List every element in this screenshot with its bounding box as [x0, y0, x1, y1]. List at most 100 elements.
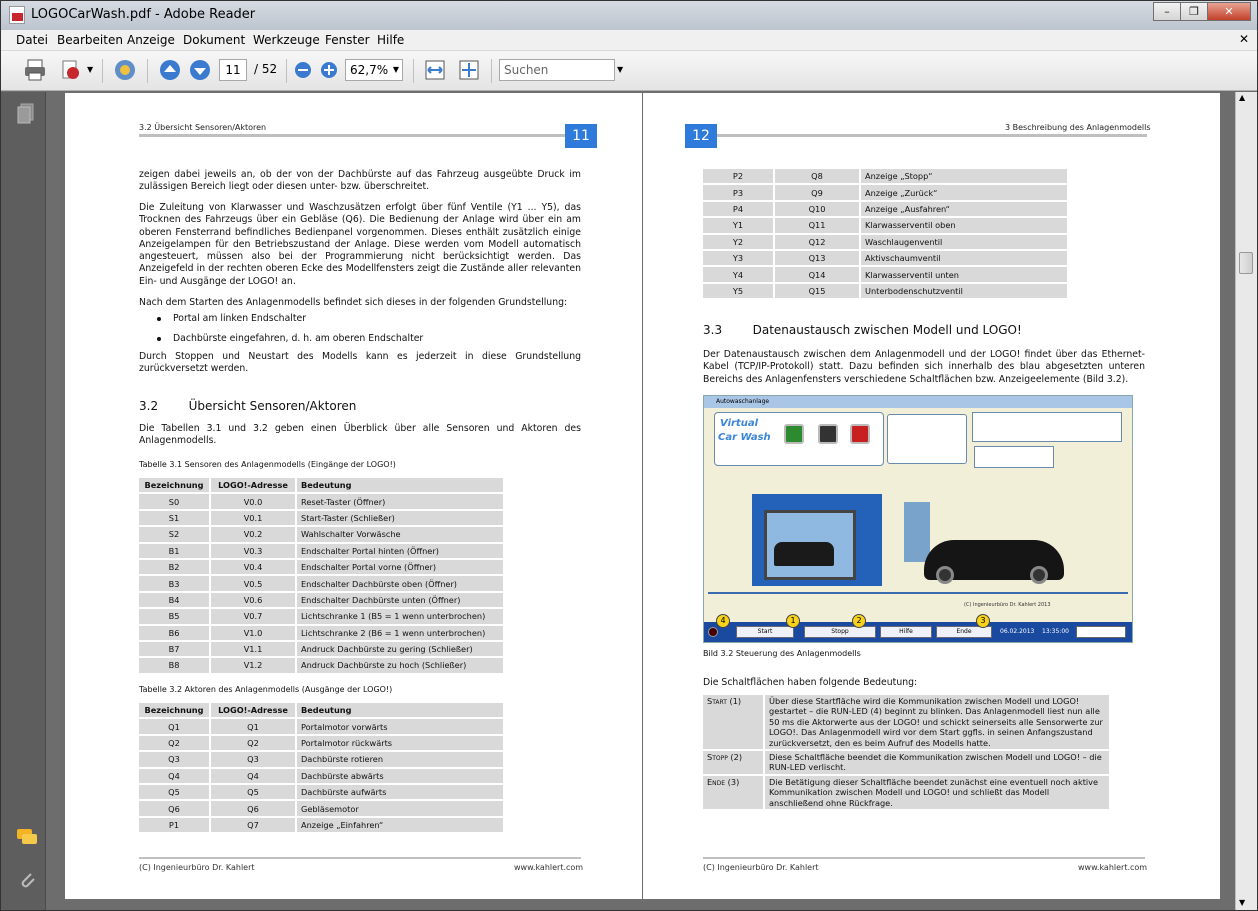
table-cell: Y5 — [701, 281, 775, 301]
attachments-icon[interactable] — [15, 868, 37, 890]
figure-window-title: Autowaschanlage — [704, 396, 1132, 408]
table-cell: P2 — [701, 166, 775, 186]
callout-4: 4 — [716, 614, 730, 628]
pages-icon[interactable] — [15, 102, 37, 126]
table-cell: Anzeige „Stopp“ — [859, 166, 1069, 186]
table-row: Ende (3) Die Betätigung dieser Schaltfläc… — [701, 773, 1111, 812]
table-header-cell: Bezeichnung — [137, 475, 211, 495]
table-row: P3 Q9 Anzeige „Zurück“ — [701, 183, 1069, 202]
table-cell: Q14 — [773, 265, 861, 284]
table-cell: Q4 — [209, 766, 297, 785]
table-cell: B6 — [137, 623, 211, 642]
pdf-file-icon — [9, 6, 25, 24]
fit-width-icon[interactable] — [423, 58, 447, 82]
close-button[interactable]: ✕ — [1207, 2, 1251, 21]
model-screenshot-figure: Autowaschanlage Virtual Car Wash (C) Ing… — [703, 395, 1133, 643]
table-cell: Wahlschalter Vorwäsche — [295, 525, 505, 544]
menu-anzeige[interactable]: Anzeige — [127, 33, 175, 47]
table-cell: Andruck Dachbürste zu gering (Schließer) — [295, 639, 505, 659]
comments-icon[interactable] — [15, 827, 39, 847]
fit-page-icon[interactable] — [457, 58, 481, 82]
table-cell: Q12 — [773, 232, 861, 251]
table-row: Y3 Q13 Aktivschaumventil — [701, 248, 1069, 268]
next-page-icon[interactable] — [188, 58, 212, 82]
table-cell: V0.6 — [209, 590, 297, 610]
table-cell: Endschalter Dachbürste oben (Öffner) — [295, 574, 505, 593]
figure-stopp-button: Stopp — [804, 626, 876, 638]
scroll-thumb[interactable] — [1239, 252, 1253, 274]
vertical-scrollbar[interactable]: ▲ ▼ — [1235, 92, 1257, 910]
table-row: B4 V0.6 Endschalter Dachbürste unten (Öffn… — [137, 590, 505, 610]
table-cell: Dachbürste aufwärts — [295, 782, 505, 802]
table-row: B2 V0.4 Endschalter Portal vorne (Öffner) — [137, 557, 505, 577]
print-icon[interactable] — [23, 58, 47, 82]
table-cell: Klarwasserventil oben — [859, 216, 1069, 235]
table-cell: Q4 — [137, 766, 211, 785]
restore-button[interactable]: ❐ — [1180, 2, 1208, 21]
table-row: Q5 Q5 Dachbürste aufwärts — [137, 782, 505, 802]
table-cell: B4 — [137, 590, 211, 610]
scroll-down-icon[interactable]: ▼ — [1239, 898, 1245, 907]
table-cell: P1 — [137, 815, 211, 835]
chevron-down-icon[interactable]: ▼ — [87, 65, 93, 89]
zoom-in-icon[interactable] — [319, 58, 339, 82]
close-document-icon[interactable]: ✕ — [1239, 32, 1249, 46]
table-header-cell: LOGO!-Adresse — [209, 700, 297, 720]
zoom-select[interactable]: 62,7% ▼ — [345, 59, 403, 81]
table-cell: Anzeige „Ausfahren“ — [859, 199, 1069, 219]
table-cell: Q9 — [773, 183, 861, 202]
page-11: 3.2 Übersicht Sensoren/Aktoren 11 zeigen… — [65, 93, 642, 899]
table-row: Y4 Q14 Klarwasserventil unten — [701, 265, 1069, 284]
create-pdf-icon[interactable] — [59, 58, 83, 82]
menu-hilfe[interactable]: Hilfe — [377, 33, 404, 47]
table-cell: Q7 — [209, 815, 297, 835]
chevron-down-icon[interactable]: ▼ — [617, 65, 623, 74]
window-title: LOGOCarWash.pdf - Adobe Reader — [31, 7, 256, 22]
reader-window: LOGOCarWash.pdf - Adobe Reader – ❐ ✕ Dat… — [0, 0, 1258, 911]
table-cell: Start (1) — [701, 692, 765, 752]
footer-right: www.kahlert.com — [514, 863, 584, 872]
menu-bar: Datei Bearbeiten Anzeige Dokument Werkze… — [1, 30, 1257, 51]
table-header-cell: Bedeutung — [295, 475, 505, 495]
table-cell: Gebläsemotor — [295, 799, 505, 818]
menu-dokument[interactable]: Dokument — [183, 33, 245, 47]
page-number-input[interactable]: 11 — [219, 59, 247, 81]
menu-fenster[interactable]: Fenster — [325, 33, 370, 47]
table-header-cell: LOGO!-Adresse — [209, 475, 297, 495]
figure-time: 13:35:00 — [1042, 628, 1069, 635]
actuator-table-continued: P2 Q8 Anzeige „Stopp“ P3 Q9 Anzeige „Zurück“ P… — [701, 166, 1069, 301]
table-cell: Y3 — [701, 248, 775, 268]
paragraph: Der Datenaustausch zwischen dem Anlagenm… — [703, 349, 1145, 385]
table-cell: Endschalter Portal hinten (Öffner) — [295, 541, 505, 560]
navigation-pane — [1, 92, 46, 910]
menu-bearbeiten[interactable]: Bearbeiten — [57, 33, 123, 47]
table-cell: Lichtschranke 1 (B5 = 1 wenn unterbroche… — [295, 607, 505, 626]
page-12: 12 3 Beschreibung des Anlagenmodells P2 Q… — [643, 93, 1220, 899]
search-input[interactable]: Suchen — [499, 59, 615, 81]
table-cell: P3 — [701, 183, 775, 202]
table-cell: Q6 — [137, 799, 211, 818]
menu-datei[interactable]: Datei — [16, 33, 48, 47]
sensor-table: Bezeichnung LOGO!-Adresse Bedeutung S0 V0.0 R… — [137, 475, 505, 675]
footer-left: (C) Ingenieurbüro Dr. Kahlert — [703, 863, 819, 872]
minimize-button[interactable]: – — [1153, 2, 1181, 21]
scroll-up-icon[interactable]: ▲ — [1239, 93, 1245, 102]
table-cell: V1.2 — [209, 656, 297, 675]
figure-start-button: Start — [736, 626, 794, 638]
previous-page-icon[interactable] — [158, 58, 182, 82]
menu-werkzeuge[interactable]: Werkzeuge — [253, 33, 320, 47]
table-row: B3 V0.5 Endschalter Dachbürste oben (Öffne… — [137, 574, 505, 593]
table-cell: Q5 — [137, 782, 211, 802]
table-cell: V0.3 — [209, 541, 297, 560]
figure-hilfe-button: Hilfe — [880, 626, 932, 638]
buttons-table: Start (1) Über diese Startfläche wird die… — [701, 692, 1111, 812]
table-cell: Q3 — [209, 750, 297, 769]
table-cell: Lichtschranke 2 (B6 = 1 wenn unterbroche… — [295, 623, 505, 642]
zoom-out-icon[interactable] — [293, 58, 313, 82]
table-row: P1 Q7 Anzeige „Einfahren“ — [137, 815, 505, 835]
callout-2: 2 — [852, 614, 866, 628]
collaborate-icon[interactable] — [112, 58, 138, 82]
table-header-row: Bezeichnung LOGO!-Adresse Bedeutung — [137, 475, 505, 495]
table-cell: Q1 — [137, 717, 211, 736]
table-cell: V0.1 — [209, 508, 297, 528]
